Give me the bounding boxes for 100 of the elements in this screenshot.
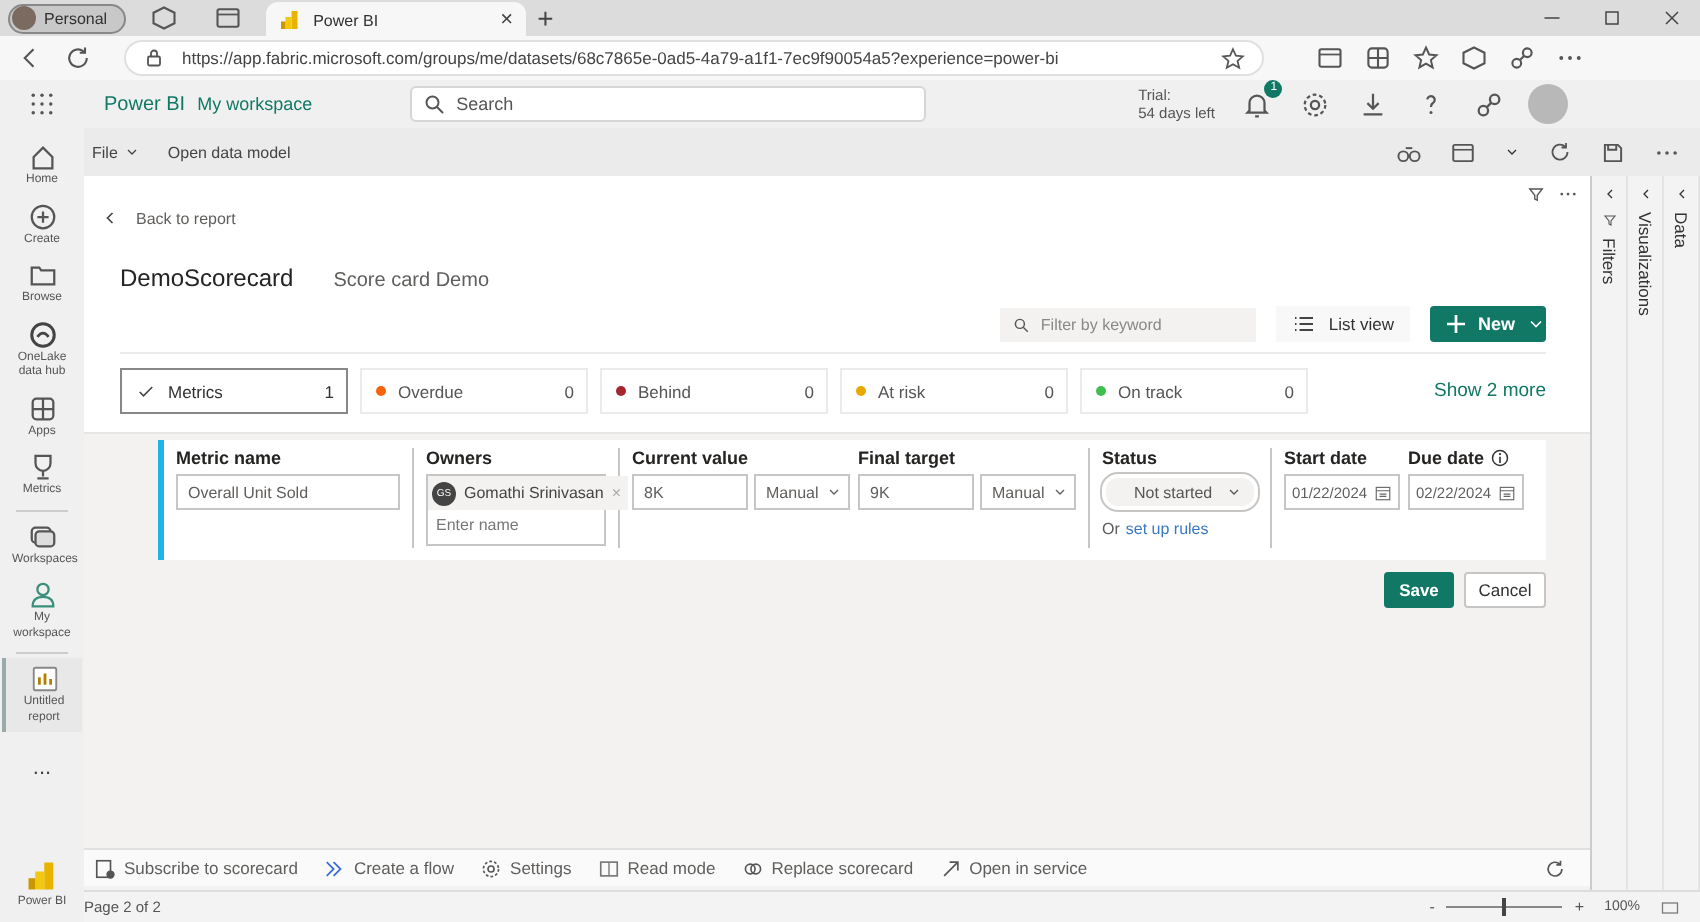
status-filter[interactable]: At risk 0 bbox=[840, 368, 1068, 414]
metric-name-input[interactable]: Overall Unit Sold bbox=[176, 474, 400, 510]
workspaces-icon bbox=[27, 521, 57, 551]
arrow-icon bbox=[939, 857, 962, 879]
zoom-in-button[interactable]: + bbox=[1574, 898, 1585, 916]
action-button[interactable]: Replace scorecard bbox=[741, 857, 914, 879]
address-field[interactable]: https://app.fabric.microsoft.com/groups/me/datasets/68c7865e-0ad5-4a79-a1f1-7ec9f90054a5?experience=power-bi bbox=[124, 40, 1264, 76]
new-button[interactable]: New bbox=[1430, 306, 1546, 342]
action-button[interactable]: Read mode bbox=[597, 857, 716, 879]
fit-page-icon[interactable] bbox=[1660, 897, 1680, 917]
filter-field[interactable]: Filter by keyword bbox=[1000, 307, 1257, 341]
globe-icon bbox=[27, 319, 57, 349]
final-target-input[interactable]: 9K bbox=[858, 474, 974, 510]
pane-title: Visualizations bbox=[1635, 212, 1655, 316]
scorecard-description: Score card Demo bbox=[333, 270, 490, 292]
split-screen-icon[interactable] bbox=[1364, 44, 1392, 72]
field-label: Current value bbox=[632, 448, 751, 468]
check-icon bbox=[136, 381, 156, 401]
scorecard-title: DemoScorecard bbox=[120, 264, 294, 292]
chevron-icon bbox=[1052, 484, 1069, 500]
favorites-icon[interactable] bbox=[1412, 44, 1440, 72]
field-label: Due date bbox=[1408, 448, 1485, 468]
pane-title: Data bbox=[1671, 212, 1691, 248]
toolbar-menu[interactable]: Open data model bbox=[167, 143, 291, 161]
cancel-button[interactable]: Cancel bbox=[1464, 572, 1546, 608]
collections-icon[interactable] bbox=[1316, 44, 1344, 72]
notifications-icon[interactable] bbox=[1242, 89, 1273, 119]
new-tab-button[interactable]: + bbox=[537, 2, 554, 34]
zoom-out-button[interactable]: - bbox=[1429, 898, 1435, 916]
profile-button[interactable]: Personal bbox=[8, 3, 126, 33]
person-icon bbox=[27, 580, 57, 610]
pane-title: Filters bbox=[1599, 238, 1619, 285]
home-icon bbox=[27, 142, 57, 172]
avatar-icon bbox=[12, 6, 36, 30]
slider-thumb[interactable] bbox=[1502, 898, 1507, 916]
lock-icon bbox=[142, 46, 166, 70]
action-button[interactable]: Settings bbox=[480, 857, 572, 879]
filter-icon[interactable] bbox=[1526, 184, 1546, 204]
back-link[interactable]: Back to report bbox=[100, 176, 1546, 228]
save-button[interactable]: Save bbox=[1384, 572, 1454, 608]
view-icon[interactable] bbox=[1450, 139, 1476, 165]
close-tab-button[interactable]: × bbox=[500, 8, 514, 32]
extensions-icon[interactable] bbox=[1460, 44, 1488, 72]
show-more-link[interactable]: Show 2 more bbox=[1434, 380, 1546, 402]
field-label: Owners bbox=[426, 448, 495, 468]
current-value-input[interactable]: 8K bbox=[632, 474, 748, 510]
link-icon[interactable] bbox=[1508, 44, 1536, 72]
workspace-link[interactable]: My workspace bbox=[197, 94, 313, 114]
settings-icon bbox=[480, 857, 503, 879]
settings-icon[interactable] bbox=[1300, 89, 1331, 119]
status-filter[interactable]: Overdue 0 bbox=[360, 368, 588, 414]
search-field[interactable]: Search bbox=[410, 86, 927, 122]
action-button[interactable]: Create a flow bbox=[323, 857, 455, 879]
field-label: Metric name bbox=[176, 448, 284, 468]
close-icon[interactable] bbox=[1660, 6, 1684, 30]
more-button[interactable]: ... bbox=[32, 756, 52, 780]
chevron-icon bbox=[123, 144, 140, 160]
status-dropdown[interactable]: Not started bbox=[1102, 474, 1258, 510]
search-icon bbox=[1012, 315, 1031, 333]
status-filter[interactable]: Metrics 1 bbox=[120, 368, 348, 414]
workspaces-icon[interactable] bbox=[149, 4, 178, 32]
action-button[interactable]: Subscribe to scorecard bbox=[94, 857, 298, 879]
apps-icon bbox=[27, 393, 57, 423]
collapsed-pane[interactable]: Filters bbox=[1592, 176, 1628, 890]
list-view-button[interactable]: List view bbox=[1276, 306, 1410, 342]
calendar-icon bbox=[1374, 483, 1392, 501]
collapsed-pane[interactable]: Visualizations bbox=[1628, 176, 1664, 890]
app-launcher-icon[interactable] bbox=[28, 90, 56, 118]
maximize-icon[interactable] bbox=[1600, 6, 1624, 30]
rings-icon bbox=[741, 857, 764, 879]
plus-icon bbox=[1444, 312, 1468, 336]
toolbar-menu[interactable]: File bbox=[92, 143, 140, 161]
chevron-icon[interactable] bbox=[1504, 144, 1520, 160]
field-label: Status bbox=[1102, 448, 1160, 468]
tab-actions-icon[interactable] bbox=[213, 4, 242, 32]
favorite-icon[interactable] bbox=[1220, 45, 1246, 71]
subscribe-icon bbox=[94, 857, 116, 879]
share-icon[interactable] bbox=[1474, 89, 1505, 119]
chevron-icon bbox=[1226, 484, 1242, 500]
info-icon bbox=[1490, 448, 1511, 468]
calendar-icon bbox=[1498, 483, 1516, 501]
action-button[interactable]: Open in service bbox=[939, 857, 1088, 879]
browser-tab[interactable]: Power BI × bbox=[265, 2, 526, 38]
tab-title: Power BI bbox=[313, 11, 381, 29]
filter-icon bbox=[1601, 212, 1617, 228]
status-filter[interactable]: Behind 0 bbox=[600, 368, 828, 414]
field-label: Start date bbox=[1284, 448, 1368, 468]
set-up-rules-link[interactable]: set up rules bbox=[1125, 520, 1209, 538]
url-text: https://app.fabric.microsoft.com/groups/me/datasets/68c7865e-0ad5-4a79-a1f1-7ec9f90054a5?experience=power-bi bbox=[182, 48, 1059, 68]
app-name[interactable]: Power BI bbox=[104, 93, 186, 115]
collapsed-pane[interactable]: Data bbox=[1664, 176, 1700, 890]
mode-dropdown[interactable]: Manual bbox=[754, 474, 850, 510]
owner-input[interactable]: Enter name bbox=[428, 510, 588, 540]
refresh-icon[interactable] bbox=[1544, 857, 1566, 879]
status-filter[interactable]: On track 0 bbox=[1080, 368, 1308, 414]
refresh-icon[interactable] bbox=[64, 44, 92, 72]
refresh-icon[interactable] bbox=[1548, 140, 1572, 164]
save-icon[interactable] bbox=[1600, 139, 1626, 165]
list-icon bbox=[1292, 312, 1317, 336]
mode-dropdown[interactable]: Manual bbox=[980, 474, 1076, 510]
